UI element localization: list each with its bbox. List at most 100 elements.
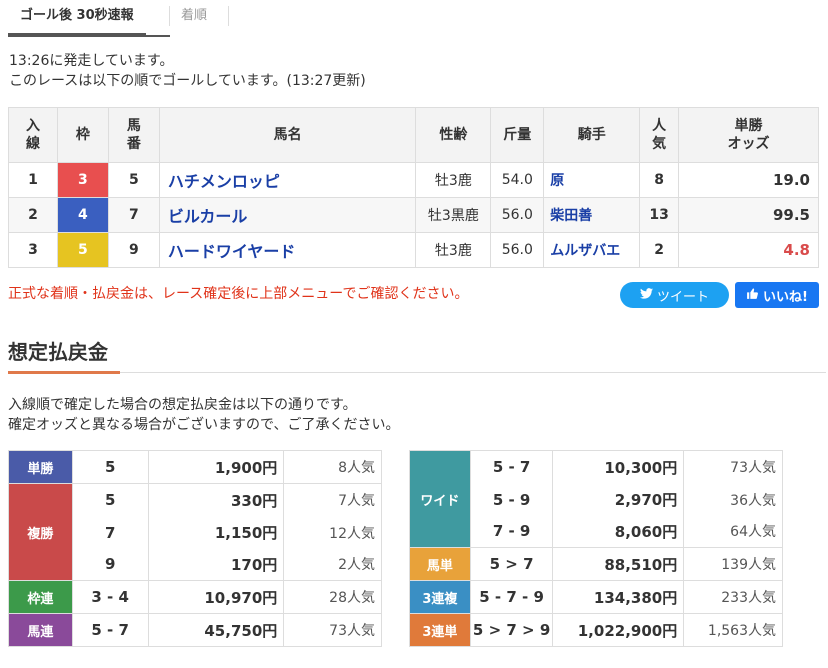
payout-row: 馬単 5 > 7 88,510円 139人気 xyxy=(409,547,783,581)
active-tab-underline xyxy=(8,35,170,37)
header-waku: 枠 xyxy=(56,107,109,163)
twitter-bird-icon xyxy=(639,287,653,303)
payout-amount-cell: 10,300円 xyxy=(552,450,685,484)
payout-row: 枠連 3 - 4 10,970円 28人気 xyxy=(8,580,382,614)
header-odds: 単勝 オッズ xyxy=(678,107,819,163)
payout-popularity-cell: 7人気 xyxy=(283,483,382,517)
popularity-cell: 8 xyxy=(639,162,680,198)
jockey-link[interactable]: 原 xyxy=(543,162,641,198)
like-button[interactable]: いいね! xyxy=(735,282,819,308)
section-accent-bar xyxy=(8,371,120,374)
combination-cell: 7 xyxy=(71,516,149,549)
tab-divider xyxy=(169,6,170,26)
header-horse-name: 馬名 xyxy=(158,107,417,163)
section-divider xyxy=(8,372,826,373)
payout-row: 複勝 5 330円 7人気 xyxy=(8,483,382,581)
horse-name-link[interactable]: ビルカール xyxy=(158,197,417,233)
payout-amount-cell: 2,970円 xyxy=(552,483,685,516)
payout-popularity-cell: 36人気 xyxy=(683,483,783,516)
payout-amount-cell: 1,022,900円 xyxy=(552,613,685,647)
rank-cell: 1 xyxy=(8,162,58,198)
weight-cell: 56.0 xyxy=(490,232,545,268)
tab-divider xyxy=(228,6,229,26)
tab-goal-flash[interactable]: ゴール後 30秒速報 xyxy=(8,0,146,35)
payout-amount-cell: 170円 xyxy=(147,548,285,581)
combination-cell: 5 - 7 - 9 xyxy=(469,580,554,614)
payout-row: 単勝 5 1,900円 8人気 xyxy=(8,450,382,484)
payout-amount-cell: 45,750円 xyxy=(147,613,285,647)
waku-badge: 4 xyxy=(56,197,109,233)
result-row: 1 3 5 ハチメンロッピ 牡3鹿 54.0 原 8 19.0 xyxy=(8,162,819,198)
weight-cell: 54.0 xyxy=(490,162,545,198)
payout-popularity-cell: 8人気 xyxy=(283,450,382,484)
tweet-button[interactable]: ツイート xyxy=(620,282,729,308)
header-weight: 斤量 xyxy=(490,107,545,163)
jockey-link[interactable]: 柴田善 xyxy=(543,197,641,233)
payout-amount-cell: 10,970円 xyxy=(147,580,285,614)
payout-amount-cell: 330円 xyxy=(147,483,285,517)
combination-cell: 9 xyxy=(71,548,149,581)
header-umaban: 馬番 xyxy=(107,107,160,163)
combination-cell: 5 - 9 xyxy=(469,483,554,516)
payout-amount-cell: 1,900円 xyxy=(147,450,285,484)
umaban-cell: 5 xyxy=(107,162,160,198)
thumbs-up-icon xyxy=(746,287,759,304)
umaban-cell: 9 xyxy=(107,232,160,268)
combination-cell: 5 > 7 xyxy=(469,547,554,581)
combination-cell: 5 - 7 xyxy=(71,613,149,647)
result-tabs: ゴール後 30秒速報 xyxy=(8,0,146,37)
result-row: 3 5 9 ハードワイヤード 牡3鹿 56.0 ムルザバエ 2 4.8 xyxy=(8,232,819,268)
finish-order-text: このレースは以下の順でゴールしています。(13:27更新) xyxy=(9,73,366,89)
bet-type-badge: 単勝 xyxy=(8,450,73,484)
tweet-label: ツイート xyxy=(656,289,709,305)
payout-row: 3連複 5 - 7 - 9 134,380円 233人気 xyxy=(409,580,783,614)
payout-table-right: ワイド 5 - 7 10,300円 73人気 5 - 9 2,970円 36人気 7 - 98… xyxy=(409,450,783,647)
odds-cell: 19.0 xyxy=(678,162,819,198)
combination-cell: 5 xyxy=(71,450,149,484)
payout-popularity-cell: 2人気 xyxy=(283,548,382,581)
bet-type-badge: 3連複 xyxy=(409,580,471,614)
horse-name-link[interactable]: ハードワイヤード xyxy=(158,232,417,268)
odds-cell: 99.5 xyxy=(678,197,819,233)
section-title: 想定払戻金 xyxy=(8,340,108,364)
start-time-text: 13:26に発走しています。 xyxy=(9,53,174,69)
sex-age-cell: 牡3黒鹿 xyxy=(415,197,492,233)
bet-type-badge: 馬連 xyxy=(8,613,73,647)
result-table: 入線 枠 馬番 馬名 性齢 斤量 騎手 人気 単勝 オッズ 1 3 5 ハチメンロッピ牡… xyxy=(8,107,819,268)
tab-finish-order[interactable]: 着順 xyxy=(181,6,207,26)
popularity-cell: 13 xyxy=(639,197,680,233)
payout-row: 3連単 5 > 7 > 9 1,022,900円 1,563人気 xyxy=(409,613,783,647)
rank-cell: 2 xyxy=(8,197,58,233)
waku-badge: 3 xyxy=(56,162,109,198)
payout-popularity-cell: 28人気 xyxy=(283,580,382,614)
header-sex-age: 性齢 xyxy=(415,107,492,163)
payout-desc-line1: 入線順で確定した場合の想定払戻金は以下の通りです。 xyxy=(8,397,357,413)
payout-popularity-cell: 233人気 xyxy=(683,580,783,614)
result-row: 2 4 7 ビルカール 牡3黒鹿 56.0 柴田善 13 99.5 xyxy=(8,197,819,233)
sex-age-cell: 牡3鹿 xyxy=(415,162,492,198)
weight-cell: 56.0 xyxy=(490,197,545,233)
bet-type-badge: 3連単 xyxy=(409,613,471,647)
payout-desc-line2: 確定オッズと異なる場合がございますので、ご了承ください。 xyxy=(8,417,400,433)
horse-name-link[interactable]: ハチメンロッピ xyxy=(158,162,417,198)
combination-cell: 5 xyxy=(71,483,149,517)
race-status: 13:26に発走しています。 このレースは以下の順でゴールしています。(13:2… xyxy=(9,51,366,91)
payout-row: 馬連 5 - 7 45,750円 73人気 xyxy=(8,613,382,647)
payout-table-left: 単勝 5 1,900円 8人気 複勝 5 330円 7人気 7 1,150円 12人気 9 170円 2人… xyxy=(8,450,382,647)
payout-amount-cell: 134,380円 xyxy=(552,580,685,614)
jockey-link[interactable]: ムルザバエ xyxy=(543,232,641,268)
header-jockey: 騎手 xyxy=(543,107,641,163)
combination-cell: 3 - 4 xyxy=(71,580,149,614)
header-popularity: 人気 xyxy=(639,107,680,163)
payout-popularity-cell: 139人気 xyxy=(683,547,783,581)
result-header-row: 入線 枠 馬番 馬名 性齢 斤量 騎手 人気 単勝 オッズ xyxy=(8,107,819,163)
payout-popularity-cell: 12人気 xyxy=(283,516,382,549)
bet-type-badge: 枠連 xyxy=(8,580,73,614)
sex-age-cell: 牡3鹿 xyxy=(415,232,492,268)
notice-text: 正式な着順・払戻金は、レース確定後に上部メニューでご確認ください。 xyxy=(8,286,469,302)
payout-amount-cell: 1,150円 xyxy=(147,516,285,549)
payout-popularity-cell: 73人気 xyxy=(683,450,783,484)
combination-cell: 5 > 7 > 9 xyxy=(469,613,554,647)
rank-cell: 3 xyxy=(8,232,58,268)
combination-cell: 5 - 7 xyxy=(469,450,554,484)
